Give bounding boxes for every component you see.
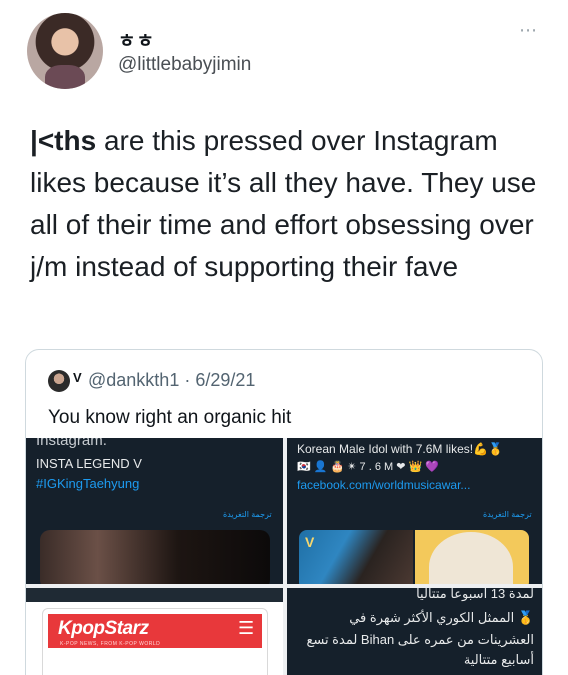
kpopstarz-logo-sub: K-POP NEWS, FROM K-POP WORLD — [60, 641, 161, 647]
media2-photo-right — [415, 530, 529, 584]
tweet-text: |<ths are this pressed over Instagram li… — [30, 120, 545, 288]
media-image-3[interactable]: KpopStarz K-POP NEWS, FROM K-POP WORLD ☰ — [26, 588, 283, 675]
hamburger-menu-icon: ☰ — [238, 618, 255, 638]
quoted-handle-date[interactable]: @dankkth1 · 6/29/21 — [88, 370, 255, 391]
author-display-name[interactable]: ㅎㅎ — [118, 26, 155, 53]
media1-hashtag: #IGKingTaehyung — [36, 476, 140, 491]
media2-photo-letter: V — [305, 534, 315, 550]
media-image-4[interactable]: لمدة 13 أسبوعا متتاليا 🥇 الممثل الكوري ا… — [287, 588, 542, 675]
media4-line2: 🥇 الممثل الكوري الأكثر شهرة في — [349, 610, 534, 625]
tweet-bold-prefix: |<ths — [30, 125, 97, 156]
media2-line1: Korean Male Idol with 7.6M likes!💪🥇 — [297, 442, 503, 456]
media3-band — [26, 588, 283, 602]
kpopstarz-logo: KpopStarz — [58, 618, 149, 639]
media-image-2[interactable]: Korean Male Idol with 7.6M likes!💪🥇 🇰🇷 👤… — [287, 438, 542, 584]
media4-line4: أسابيع متتالية — [463, 652, 534, 667]
quoted-media-grid: Instagram. INSTA LEGEND V #IGKingTaehyun… — [26, 438, 542, 675]
quoted-display-name[interactable]: V — [73, 370, 82, 385]
media2-emojis: 🇰🇷 👤 🎂 ✴ 7 . 6 M ❤ 👑 💜 — [297, 461, 439, 473]
tweet-body: are this pressed over Instagram likes be… — [30, 125, 537, 282]
author-avatar[interactable] — [27, 13, 103, 89]
author-handle[interactable]: @littlebabyjimin — [118, 54, 251, 76]
translate-link: ترجمة التغريدة — [223, 510, 272, 519]
quoted-text: You know right an organic hit — [48, 407, 292, 428]
quoted-avatar[interactable] — [48, 370, 70, 392]
media2-link: facebook.com/worldmusicawar... — [297, 478, 471, 492]
media4-line3: العشرينات من عمره على Bihan لمدة تسع — [306, 632, 534, 647]
media-image-1[interactable]: Instagram. INSTA LEGEND V #IGKingTaehyun… — [26, 438, 283, 584]
more-options-icon[interactable]: ⋯ — [519, 20, 537, 41]
quoted-tweet[interactable]: V @dankkth1 · 6/29/21 You know right an … — [25, 349, 543, 675]
media2-photo-left — [299, 530, 413, 584]
media1-line1: INSTA LEGEND V — [36, 456, 142, 471]
media4-line1: لمدة 13 أسبوعا متتاليا — [416, 588, 534, 601]
translate-link: ترجمة التغريدة — [483, 510, 532, 519]
media1-photo — [40, 530, 270, 584]
cut-text: Instagram. — [36, 438, 107, 449]
